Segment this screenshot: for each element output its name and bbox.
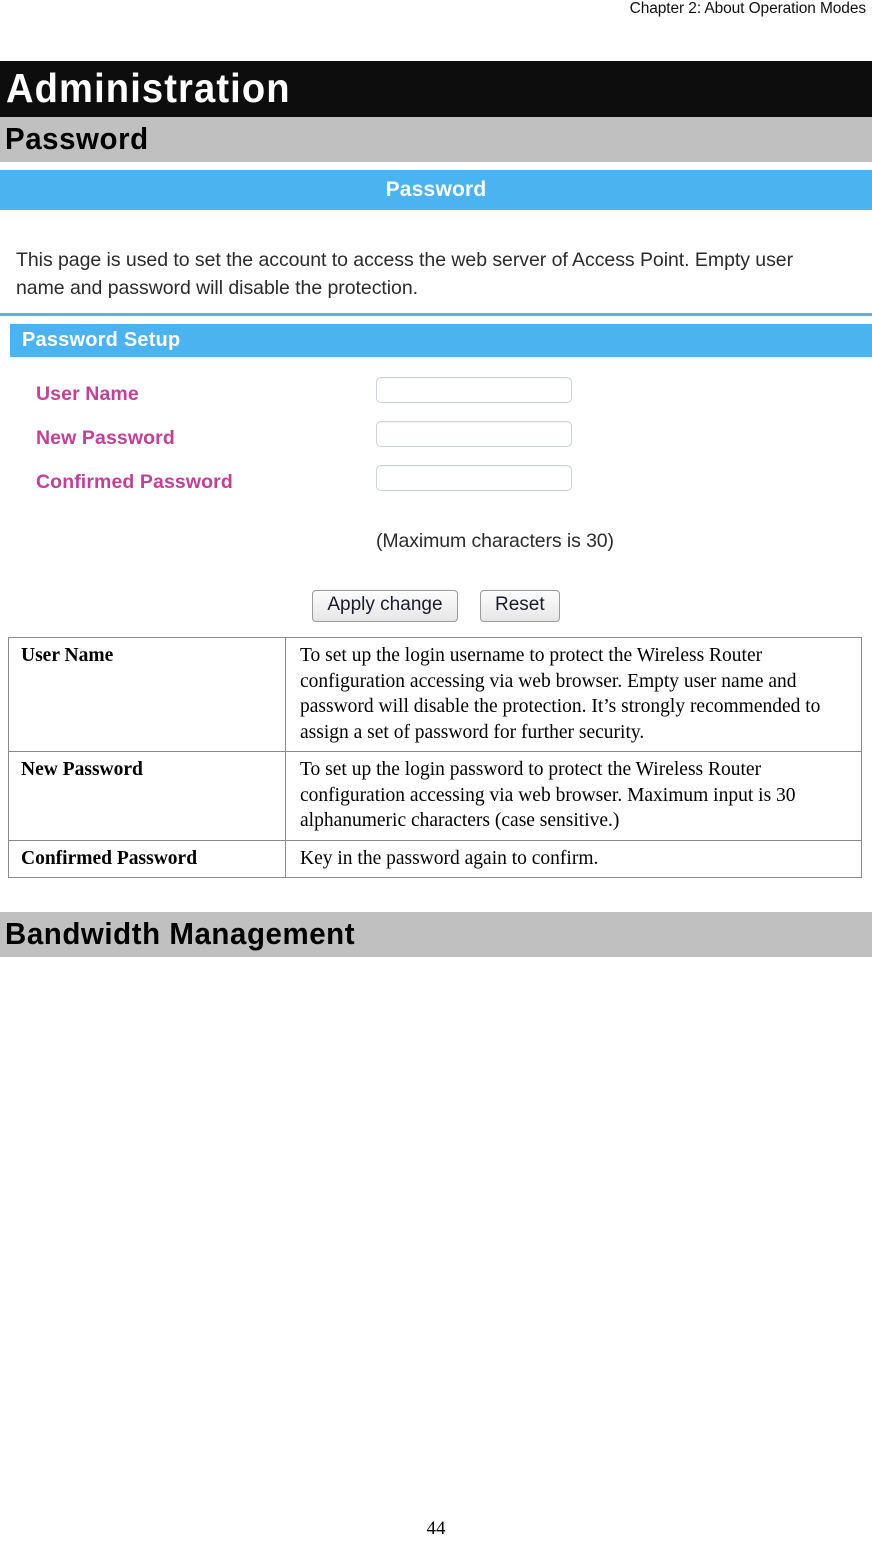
table-cell-value: To set up the login password to protect … (285, 751, 862, 841)
password-setup-label: Password Setup (22, 329, 181, 351)
chapter-banner-administration: Administration (0, 61, 872, 117)
table-cell-key: Confirmed Password (8, 839, 286, 878)
confirmed-password-input[interactable] (376, 465, 572, 491)
section-heading-bandwidth-management: Bandwidth Management (0, 912, 872, 957)
apply-change-button[interactable]: Apply change (312, 590, 458, 622)
form-button-bar: Apply change Reset (0, 590, 872, 622)
section-heading-password-label: Password (5, 121, 149, 156)
user-name-label: User Name (36, 383, 139, 405)
password-setup-bar: Password Setup (10, 324, 872, 357)
form-row-user-name: User Name (0, 372, 872, 416)
table-cell-key: User Name (8, 637, 286, 752)
table-row: New Password To set up the login passwor… (8, 751, 862, 841)
table-cell-value: Key in the password again to confirm. (285, 839, 862, 878)
new-password-input[interactable] (376, 421, 572, 447)
section-heading-bandwidth-label: Bandwidth Management (5, 916, 356, 951)
new-password-label: New Password (36, 427, 175, 449)
section-heading-password: Password (0, 117, 872, 162)
max-characters-note: (Maximum characters is 30) (376, 530, 614, 552)
table-cell-value: To set up the login username to protect … (285, 637, 862, 752)
ui-title-bar: Password (0, 170, 872, 210)
form-row-confirmed-password: Confirmed Password (0, 460, 872, 504)
table-cell-key: New Password (8, 751, 286, 841)
table-row: User Name To set up the login username t… (8, 637, 862, 752)
form-row-new-password: New Password (0, 416, 872, 460)
running-header: Chapter 2: About Operation Modes (629, 0, 866, 17)
field-description-table: User Name To set up the login username t… (8, 637, 862, 878)
router-ui-screenshot: Password This page is used to set the ac… (0, 170, 872, 632)
user-name-input[interactable] (376, 377, 572, 403)
chapter-banner-title: Administration (6, 65, 291, 111)
table-row: Confirmed Password Key in the password a… (8, 839, 862, 878)
horizontal-rule (0, 313, 872, 316)
page-number: 44 (426, 1518, 446, 1539)
confirmed-password-label: Confirmed Password (36, 471, 233, 493)
ui-intro-text: This page is used to set the account to … (16, 249, 794, 299)
reset-button[interactable]: Reset (479, 590, 560, 622)
